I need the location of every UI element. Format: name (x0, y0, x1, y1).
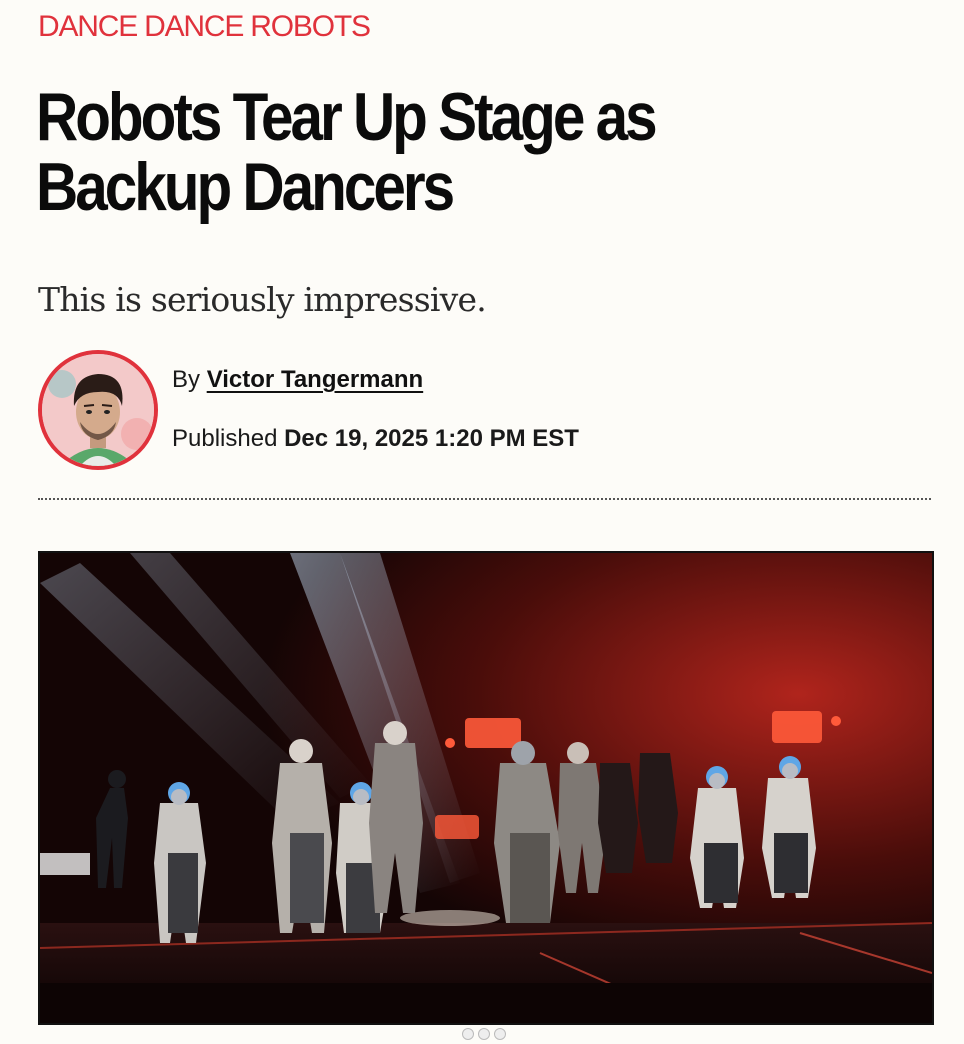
stage-performance-image (40, 553, 932, 1023)
author-avatar[interactable] (38, 350, 158, 470)
carousel-dot[interactable] (494, 1028, 506, 1040)
article-headline: Robots Tear Up Stage as Backup Dancers (36, 79, 658, 225)
carousel-indicator[interactable] (462, 1028, 506, 1040)
article-dek: This is seriously impressive. (38, 280, 487, 319)
author-portrait-image (42, 354, 154, 466)
author-link[interactable]: Victor Tangermann (207, 366, 424, 393)
published-date: Dec 19, 2025 1:20 PM EST (284, 425, 579, 452)
published-line: Published Dec 19, 2025 1:20 PM EST (172, 425, 579, 453)
byline-prefix: By (172, 366, 201, 393)
carousel-dot[interactable] (478, 1028, 490, 1040)
hero-image[interactable] (38, 551, 934, 1025)
dotted-divider (38, 498, 931, 500)
byline: By Victor Tangermann (172, 366, 423, 394)
section-category[interactable]: DANCE DANCE ROBOTS (38, 10, 371, 44)
published-label: Published (172, 425, 278, 452)
carousel-dot[interactable] (462, 1028, 474, 1040)
